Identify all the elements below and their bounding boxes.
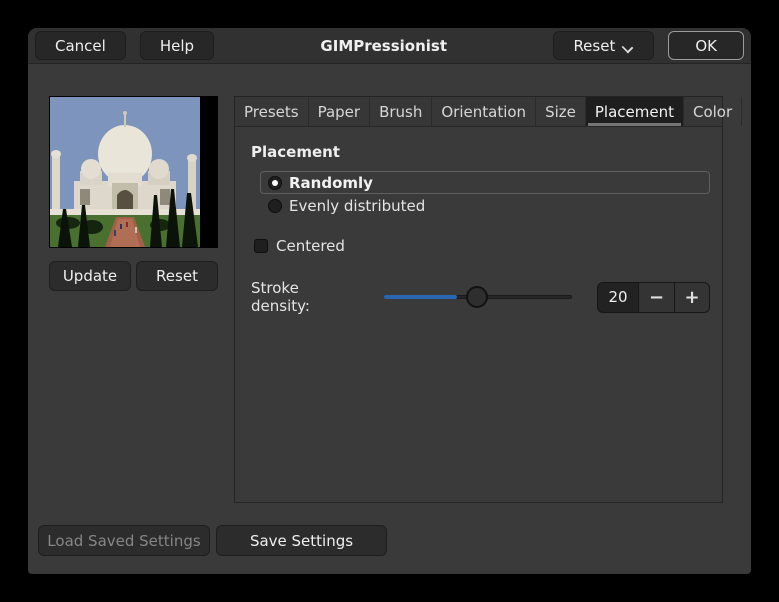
centered-label: Centered [276,237,345,255]
centered-checkbox-row[interactable]: Centered [254,237,710,255]
radio-unselected-icon [268,198,282,213]
checkbox-unchecked-icon [254,239,268,253]
radio-evenly-label: Evenly distributed [289,196,426,215]
preview-buttons: Update Reset [49,261,218,291]
tab-brush[interactable]: Brush [370,97,433,126]
slider-fill [383,295,458,299]
stroke-density-value-field[interactable]: 20 [597,281,638,313]
reset-preview-button[interactable]: Reset [136,261,218,291]
tab-color[interactable]: Color [684,97,743,126]
settings-notebook: Presets Paper Brush Orientation Size Pla… [234,96,743,503]
chevron-down-icon [623,43,634,50]
tab-general[interactable]: General [742,97,751,126]
tab-size[interactable]: Size [536,97,586,126]
stroke-density-spinner: 20 − + [597,281,710,313]
stroke-density-row: Stroke density: 20 − + [251,279,710,315]
dialog-content: Update Reset Presets Paper Brush Orienta… [28,64,751,573]
slider-handle[interactable] [465,286,488,308]
tab-orientation[interactable]: Orientation [432,97,537,126]
tab-presets[interactable]: Presets [235,97,309,126]
radio-randomly[interactable]: Randomly [260,171,710,194]
tab-bar: Presets Paper Brush Orientation Size Pla… [235,97,743,127]
increment-button[interactable]: + [674,281,710,313]
help-button[interactable]: Help [139,31,215,60]
gimpressionist-dialog: Cancel Help GIMPressionist Reset OK Upda… [28,28,751,574]
placement-panel: Placement Randomly Evenly distributed Ce… [235,127,722,315]
stroke-density-slider[interactable] [383,285,572,309]
radio-evenly-distributed[interactable]: Evenly distributed [260,194,710,217]
footer: Load Saved Settings Save Settings [38,525,387,556]
tab-paper[interactable]: Paper [309,97,371,126]
reset-dropdown-button[interactable]: Reset [553,31,655,60]
reset-dropdown-label: Reset [573,36,616,55]
ok-button[interactable]: OK [668,31,744,60]
decrement-button[interactable]: − [638,281,674,313]
tab-placement[interactable]: Placement [585,97,684,126]
placement-heading: Placement [251,143,340,161]
load-saved-settings-button: Load Saved Settings [38,525,210,556]
dialog-title: GIMPressionist [320,36,448,55]
preview-column: Update Reset [49,96,218,291]
update-preview-button[interactable]: Update [49,261,131,291]
save-settings-button[interactable]: Save Settings [216,525,387,556]
radio-randomly-label: Randomly [289,173,373,192]
preview-image [49,96,218,248]
titlebar: Cancel Help GIMPressionist Reset OK [28,28,751,64]
radio-selected-icon [268,175,282,190]
cancel-button[interactable]: Cancel [35,31,126,60]
stroke-density-label: Stroke density: [251,279,310,315]
